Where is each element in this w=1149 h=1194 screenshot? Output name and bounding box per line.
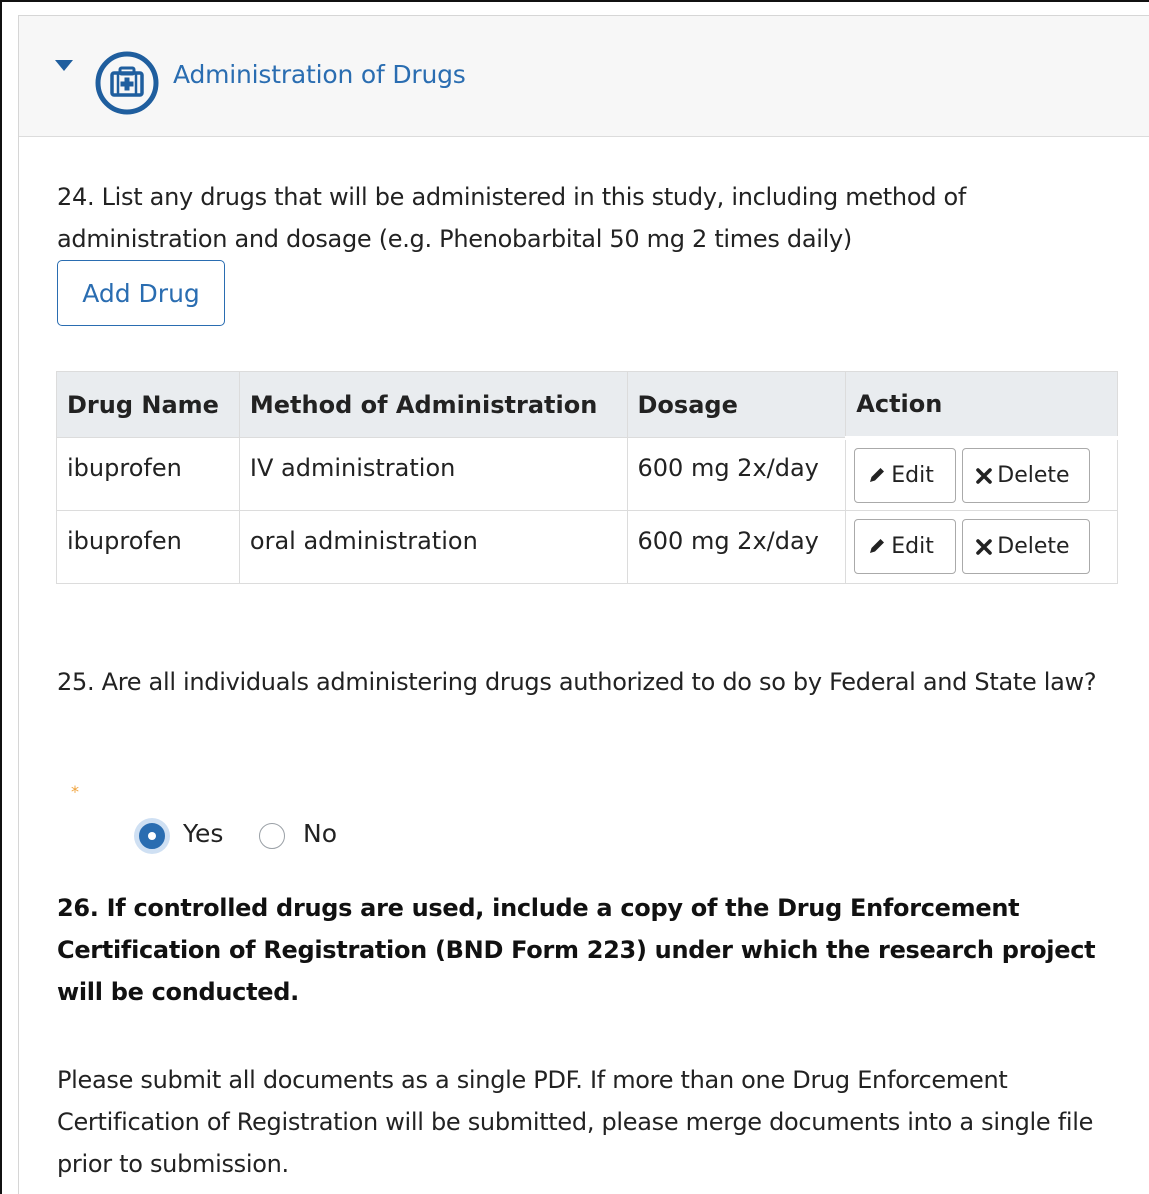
panel-header[interactable]: Administration of Drugs bbox=[19, 16, 1149, 137]
table-row: ibuprofen IV administration 600 mg 2x/da… bbox=[56, 437, 1118, 511]
delete-button-label: Delete bbox=[997, 534, 1070, 559]
delete-button[interactable]: Delete bbox=[962, 447, 1091, 503]
required-marker: * bbox=[71, 782, 79, 801]
delete-button-label: Delete bbox=[997, 462, 1070, 488]
question-24-text: 24. List any drugs that will be administ… bbox=[57, 183, 967, 253]
add-drug-button[interactable]: Add Drug bbox=[57, 260, 225, 326]
submission-note: Please submit all documents as a single … bbox=[57, 1066, 1094, 1178]
medical-kit-icon bbox=[95, 51, 159, 115]
column-header-method: Method of Administration bbox=[238, 371, 628, 438]
drugs-table: Drug Name Method of Administration Dosag… bbox=[56, 371, 1118, 584]
action-cell: Edit Delete bbox=[845, 510, 1118, 584]
action-cell: Edit Delete bbox=[845, 437, 1118, 511]
yes-radio[interactable]: Yes bbox=[139, 815, 229, 859]
question-26-text: 26. If controlled drugs are used, includ… bbox=[57, 894, 1096, 1006]
close-icon bbox=[976, 539, 993, 555]
column-header-dosage: Dosage bbox=[626, 371, 847, 438]
edit-button[interactable]: Edit bbox=[854, 519, 957, 574]
radio-checked-icon[interactable] bbox=[139, 823, 165, 849]
no-radio[interactable]: No bbox=[259, 815, 349, 859]
edit-button[interactable]: Edit bbox=[854, 447, 957, 503]
drug-name-cell: ibuprofen bbox=[56, 437, 240, 511]
method-cell: oral administration bbox=[238, 510, 628, 584]
column-header-action: Action bbox=[845, 371, 1118, 440]
radio-unchecked-icon[interactable] bbox=[259, 823, 285, 849]
table-header-row: Drug Name Method of Administration Dosag… bbox=[56, 371, 1118, 440]
edit-button-label: Edit bbox=[891, 534, 934, 559]
pencil-icon bbox=[870, 539, 885, 553]
no-radio-label: No bbox=[303, 819, 337, 848]
edit-button-label: Edit bbox=[891, 462, 934, 488]
pencil-icon bbox=[870, 467, 885, 482]
question-25-text: 25. Are all individuals administering dr… bbox=[57, 668, 1097, 696]
close-icon bbox=[976, 467, 993, 484]
dosage-cell: 600 mg 2x/day bbox=[626, 510, 847, 584]
delete-button[interactable]: Delete bbox=[962, 519, 1091, 574]
dosage-cell: 600 mg 2x/day bbox=[626, 437, 847, 511]
method-cell: IV administration bbox=[238, 437, 628, 511]
yes-radio-label: Yes bbox=[183, 819, 224, 848]
administration-of-drugs-panel: Administration of Drugs 24. List any dru… bbox=[18, 15, 1149, 1194]
drug-name-cell: ibuprofen bbox=[56, 510, 240, 584]
caret-down-icon[interactable] bbox=[55, 60, 73, 71]
table-row: ibuprofen oral administration 600 mg 2x/… bbox=[56, 510, 1118, 584]
column-header-drug-name: Drug Name bbox=[56, 371, 240, 438]
panel-title[interactable]: Administration of Drugs bbox=[173, 60, 466, 89]
